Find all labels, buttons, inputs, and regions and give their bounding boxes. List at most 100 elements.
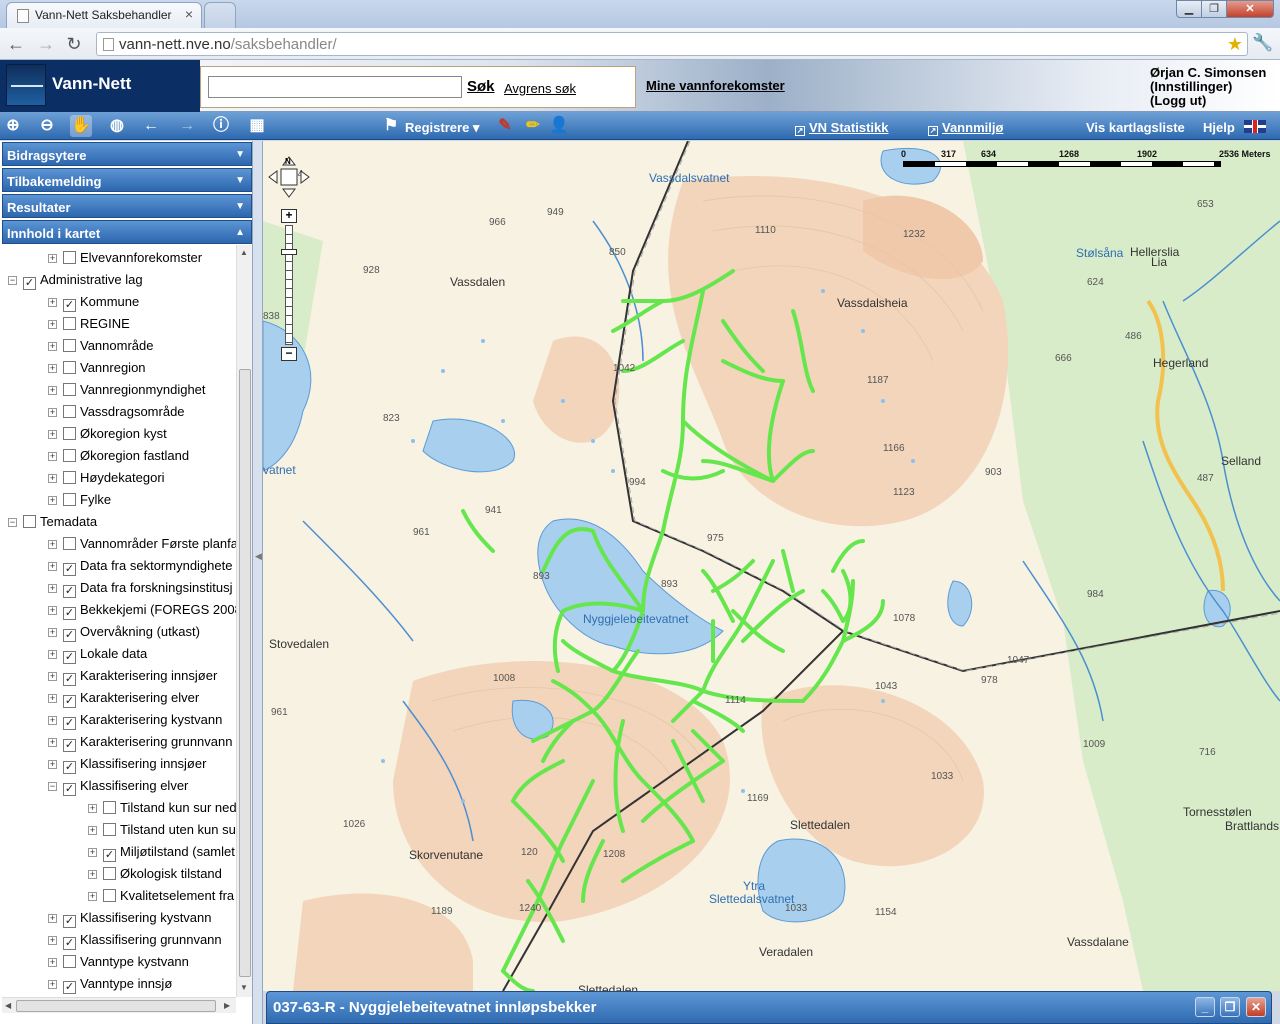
layer-checkbox[interactable] bbox=[63, 471, 76, 484]
expand-icon[interactable]: + bbox=[48, 716, 57, 725]
layer-checkbox[interactable] bbox=[63, 361, 76, 374]
refine-search-link[interactable]: Avgrens søk bbox=[504, 81, 576, 96]
panel-bidragsytere[interactable]: Bidragsytere ▼ bbox=[2, 142, 252, 166]
layer-checkbox[interactable] bbox=[63, 317, 76, 330]
tree-node[interactable]: + ✓ Miljøtilstand (samlet bbox=[88, 841, 235, 863]
layer-checkbox[interactable]: ✓ bbox=[63, 651, 76, 664]
tree-node[interactable]: + ✓ Klassifisering innsjøer bbox=[48, 753, 206, 775]
expand-icon[interactable]: + bbox=[48, 540, 57, 549]
tree-node[interactable]: + Vannregionmyndighet bbox=[48, 379, 206, 401]
map-view[interactable]: Vassdalen Vassdalsheia Stølsåna Hellersl… bbox=[263, 141, 1280, 991]
layer-checkbox[interactable]: ✓ bbox=[63, 585, 76, 598]
full-extent-globe-icon[interactable]: ◍ bbox=[106, 115, 128, 137]
pan-hand-icon[interactable]: ✋ bbox=[70, 115, 92, 137]
tree-node[interactable]: − ✓ Klassifisering elver bbox=[48, 775, 188, 797]
collapse-icon[interactable]: − bbox=[8, 518, 17, 527]
tree-node[interactable]: + ✓ Karakterisering grunnvann bbox=[48, 731, 232, 753]
layer-checkbox[interactable] bbox=[63, 493, 76, 506]
zoom-slider-handle[interactable] bbox=[281, 249, 297, 255]
reload-icon[interactable]: ↻ bbox=[62, 32, 86, 56]
map-zoom-out-button[interactable]: − bbox=[281, 347, 297, 361]
expand-icon[interactable]: + bbox=[88, 826, 97, 835]
bookmark-star-icon[interactable]: ★ bbox=[1227, 34, 1243, 55]
layer-checkbox[interactable]: ✓ bbox=[103, 849, 116, 862]
expand-icon[interactable]: + bbox=[48, 298, 57, 307]
back-arrow-icon[interactable]: ← bbox=[4, 32, 28, 56]
expand-icon[interactable]: + bbox=[48, 452, 57, 461]
layer-checkbox[interactable]: ✓ bbox=[63, 563, 76, 576]
scroll-up-icon[interactable]: ▲ bbox=[240, 248, 248, 257]
tree-node[interactable]: + Tilstand uten kun su bbox=[88, 819, 236, 841]
zoom-slider-control[interactable]: + − bbox=[281, 209, 297, 361]
tree-node[interactable]: + Økoregion fastland bbox=[48, 445, 189, 467]
tree-node[interactable]: − Temadata bbox=[8, 511, 97, 533]
expand-icon[interactable]: + bbox=[48, 562, 57, 571]
expand-icon[interactable]: + bbox=[48, 254, 57, 263]
forward-arrow-icon[interactable]: → bbox=[34, 32, 58, 56]
previous-extent-arrow-icon[interactable]: ← bbox=[140, 115, 162, 137]
scrollbar-thumb[interactable] bbox=[239, 369, 251, 977]
tree-vertical-scrollbar[interactable]: ▲ ▼ bbox=[236, 245, 252, 997]
tree-node[interactable]: + ✓ Bekkekjemi (FOREGS 2008 bbox=[48, 599, 236, 621]
tree-node[interactable]: + Økoregion kyst bbox=[48, 423, 167, 445]
search-input[interactable] bbox=[208, 76, 462, 98]
layer-checkbox[interactable]: ✓ bbox=[23, 277, 36, 290]
layer-checkbox[interactable] bbox=[63, 405, 76, 418]
tree-node[interactable]: + ✓ Karakterisering innsjøer bbox=[48, 665, 217, 687]
zoom-in-icon[interactable]: ⊕ bbox=[2, 115, 24, 137]
tree-node[interactable]: + Vannområder Første planfa bbox=[48, 533, 236, 555]
tree-node[interactable]: + Høydekategori bbox=[48, 467, 165, 489]
tree-node[interactable]: + Kvalitetselement fra bbox=[88, 885, 234, 907]
tree-node[interactable]: + Vannregion bbox=[48, 357, 146, 379]
tree-node[interactable]: + ✓ Vanntype innsjø bbox=[48, 973, 172, 995]
tree-node[interactable]: + Vannområde bbox=[48, 335, 153, 357]
pan-control[interactable]: N bbox=[267, 155, 311, 199]
vn-statistics-link[interactable]: ↗ VN Statistikk bbox=[795, 120, 888, 136]
layer-checkbox[interactable]: ✓ bbox=[63, 695, 76, 708]
scroll-right-icon[interactable]: ▶ bbox=[224, 1001, 230, 1010]
expand-icon[interactable]: + bbox=[48, 760, 57, 769]
tree-node[interactable]: + Vanntype kystvann bbox=[48, 951, 189, 973]
panel-splitter[interactable]: ◀ bbox=[253, 141, 263, 1024]
expand-icon[interactable]: + bbox=[48, 342, 57, 351]
layer-checkbox[interactable] bbox=[103, 867, 116, 880]
restore-icon[interactable]: ❐ bbox=[1220, 997, 1240, 1017]
layer-checkbox[interactable]: ✓ bbox=[63, 937, 76, 950]
register-icon[interactable]: ⚑ bbox=[380, 115, 402, 137]
layer-checkbox[interactable] bbox=[63, 383, 76, 396]
layer-checkbox[interactable]: ✓ bbox=[63, 739, 76, 752]
tree-node[interactable]: + ✓ Lokale data bbox=[48, 643, 147, 665]
panel-resultater[interactable]: Resultater ▼ bbox=[2, 194, 252, 218]
tree-node[interactable]: + ✓ Data fra sektormyndighete bbox=[48, 555, 232, 577]
expand-icon[interactable]: + bbox=[88, 892, 97, 901]
new-tab-button[interactable] bbox=[204, 2, 236, 28]
expand-icon[interactable]: + bbox=[48, 430, 57, 439]
scrollbar-thumb[interactable] bbox=[16, 1000, 216, 1012]
expand-icon[interactable]: + bbox=[48, 364, 57, 373]
layer-checkbox[interactable] bbox=[23, 515, 36, 528]
register-dropdown[interactable]: Registrere ▾ bbox=[405, 120, 479, 136]
maximize-window-button[interactable]: ❐ bbox=[1201, 0, 1227, 18]
expand-icon[interactable]: + bbox=[48, 584, 57, 593]
expand-icon[interactable]: + bbox=[48, 980, 57, 989]
expand-icon[interactable]: + bbox=[48, 738, 57, 747]
collapse-icon[interactable]: − bbox=[48, 782, 57, 791]
panel-tilbakemelding[interactable]: Tilbakemelding ▼ bbox=[2, 168, 252, 192]
expand-icon[interactable]: + bbox=[48, 672, 57, 681]
expand-icon[interactable]: + bbox=[88, 870, 97, 879]
settings-link[interactable]: (Innstillinger) bbox=[1150, 80, 1266, 94]
layer-checkbox[interactable] bbox=[103, 889, 116, 902]
expand-icon[interactable]: + bbox=[88, 804, 97, 813]
my-waterbodies-link[interactable]: Mine vannforekomster bbox=[646, 78, 785, 93]
layer-checkbox[interactable] bbox=[63, 955, 76, 968]
layer-checkbox[interactable]: ✓ bbox=[63, 629, 76, 642]
feature-info-window[interactable]: 037-63-R - Nyggjelebeitevatnet innløpsbe… bbox=[266, 991, 1272, 1024]
close-window-button[interactable]: ✕ bbox=[1226, 0, 1274, 18]
search-button[interactable]: Søk bbox=[467, 78, 495, 95]
expand-icon[interactable]: + bbox=[48, 496, 57, 505]
expand-icon[interactable]: + bbox=[48, 320, 57, 329]
minimize-window-button[interactable]: ▁ bbox=[1176, 0, 1202, 18]
expand-icon[interactable]: + bbox=[48, 694, 57, 703]
layer-checkbox[interactable]: ✓ bbox=[63, 673, 76, 686]
help-link[interactable]: Hjelp bbox=[1203, 120, 1235, 135]
